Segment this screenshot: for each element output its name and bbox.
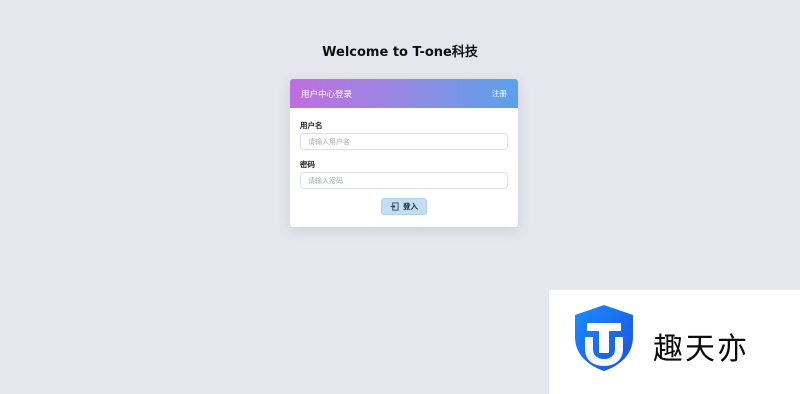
login-card-header: 用户中心登录 注册 [290, 79, 518, 108]
password-input[interactable] [300, 172, 508, 189]
page-title: Welcome to T-one科技 [322, 45, 478, 60]
login-card-title: 用户中心登录 [301, 89, 353, 100]
login-button[interactable]: 登入 [381, 198, 427, 215]
register-link[interactable]: 注册 [492, 88, 507, 99]
username-input[interactable] [300, 133, 508, 150]
password-label: 密码 [300, 160, 315, 169]
username-label: 用户名 [300, 121, 323, 130]
brand-name: 趣天亦 [653, 332, 749, 367]
login-form: 用户名 密码 登入 [290, 108, 518, 215]
login-icon [390, 202, 399, 211]
brand-watermark: 趣天亦 [549, 290, 800, 394]
login-button-label: 登入 [403, 202, 418, 211]
shield-logo-icon [575, 305, 633, 371]
login-card: 用户中心登录 注册 用户名 密码 登入 [290, 79, 518, 227]
